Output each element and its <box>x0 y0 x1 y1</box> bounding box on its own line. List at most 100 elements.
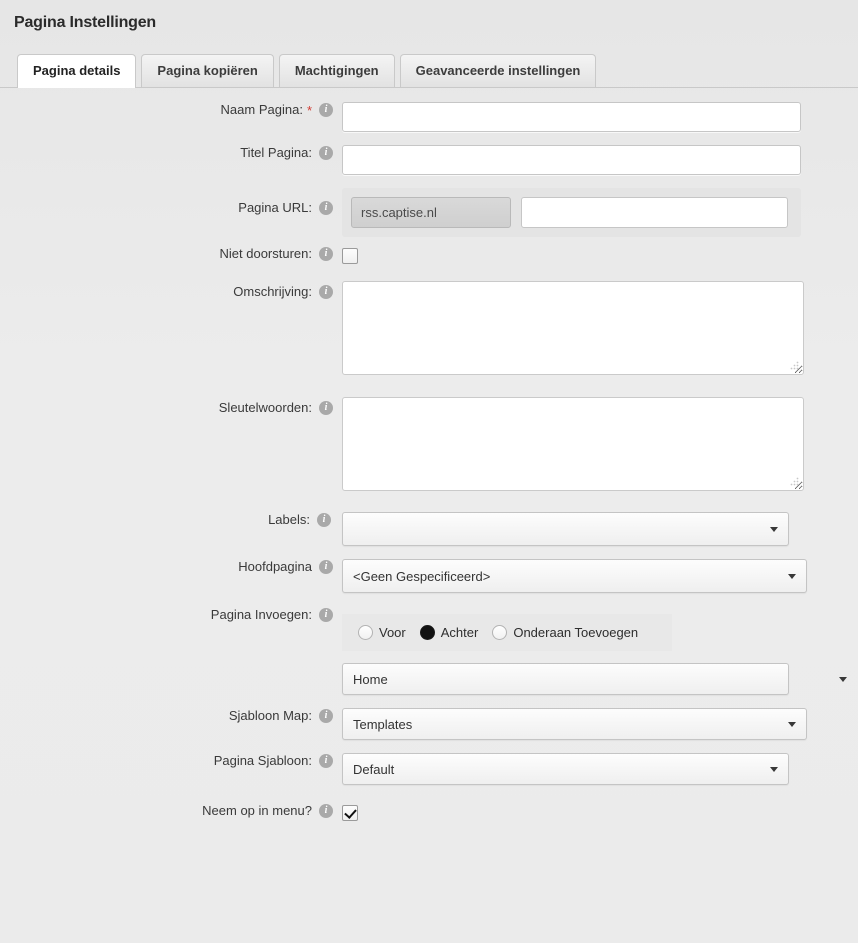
in-menu-checkbox[interactable] <box>342 804 358 821</box>
label-template-dir: Sjabloon Map: <box>0 708 342 723</box>
tab-label: Pagina details <box>33 63 121 78</box>
tab-label: Geavanceerde instellingen <box>415 63 581 78</box>
no-redirect-checkbox[interactable] <box>342 247 358 264</box>
field-no-redirect <box>342 246 858 265</box>
tab-pagina-kopieren[interactable]: Pagina kopiëren <box>141 54 274 87</box>
label-insert-page: Pagina Invoegen: <box>0 605 342 622</box>
info-icon[interactable] <box>319 102 333 117</box>
info-icon[interactable] <box>319 708 333 723</box>
label-in-menu: Neem op in menu? <box>0 803 342 818</box>
page-url-input[interactable] <box>521 197 788 228</box>
info-icon[interactable] <box>319 145 333 160</box>
form-row-parent-page: Hoofdpagina <Geen Gespecificeerd> <box>0 559 858 593</box>
radio-option-voor[interactable]: Voor <box>358 625 406 640</box>
info-icon[interactable] <box>319 246 333 261</box>
keywords-wrap <box>342 397 804 491</box>
radio-voor[interactable] <box>358 625 373 640</box>
field-page-name <box>342 102 858 132</box>
description-wrap <box>342 281 804 375</box>
label-text: Pagina Invoegen: <box>210 607 312 622</box>
info-icon[interactable] <box>317 512 331 527</box>
parent-page-select[interactable]: <Geen Gespecificeerd> <box>342 559 807 593</box>
label-text: Neem op in menu? <box>202 803 312 818</box>
label-no-redirect: Niet doorsturen: <box>0 246 342 261</box>
radio-option-achter[interactable]: Achter <box>419 625 479 640</box>
chevron-down-icon <box>839 677 847 682</box>
field-parent-page: <Geen Gespecificeerd> <box>342 559 858 593</box>
label-text: Niet doorsturen: <box>219 246 313 261</box>
insert-target-select[interactable]: Home <box>342 663 789 695</box>
label-page-template: Pagina Sjabloon: <box>0 753 342 768</box>
field-template-dir: Templates <box>342 708 858 740</box>
field-page-title <box>342 145 858 175</box>
tab-geavanceerde-instellingen[interactable]: Geavanceerde instellingen <box>399 54 597 87</box>
field-page-template: Default <box>342 753 858 785</box>
parent-page-select-wrap: <Geen Gespecificeerd> <box>342 559 807 593</box>
label-keywords: Sleutelwoorden: <box>0 397 342 415</box>
labels-select[interactable] <box>342 512 789 546</box>
page-template-select[interactable]: Default <box>342 753 789 785</box>
form-row-page-title: Titel Pagina: <box>0 145 858 175</box>
form-row-page-url: Pagina URL: rss.captise.nl <box>0 188 858 237</box>
page-title: Pagina Instellingen <box>14 14 157 31</box>
radio-label: Voor <box>379 625 406 640</box>
label-text: Pagina URL: <box>238 200 312 215</box>
info-icon[interactable] <box>319 400 333 415</box>
form-row-template-dir: Sjabloon Map: Templates <box>0 708 858 740</box>
field-description <box>342 281 858 380</box>
form-row-description: Omschrijving: <box>0 281 858 380</box>
description-textarea[interactable] <box>342 281 804 375</box>
info-icon[interactable] <box>319 200 333 215</box>
label-text: Hoofdpagina <box>238 559 312 574</box>
info-icon[interactable] <box>319 284 333 299</box>
tab-label: Pagina kopiëren <box>157 63 258 78</box>
page-url-group: rss.captise.nl <box>342 188 801 237</box>
label-parent-page: Hoofdpagina <box>0 559 342 574</box>
label-text: Titel Pagina: <box>240 145 312 160</box>
label-text: Sjabloon Map: <box>228 708 312 723</box>
info-icon[interactable] <box>319 803 333 818</box>
required-asterisk: * <box>306 103 312 118</box>
form-row-keywords: Sleutelwoorden: <box>0 397 858 496</box>
form-row-page-template: Pagina Sjabloon: Default <box>0 753 858 785</box>
field-labels <box>342 512 858 546</box>
form-row-no-redirect: Niet doorsturen: <box>0 246 858 265</box>
form-row-page-name: Naam Pagina: * <box>0 102 858 132</box>
template-dir-select-wrap: Templates <box>342 708 807 740</box>
info-icon[interactable] <box>319 607 333 622</box>
field-insert-page: Voor Achter Onderaan Toevoegen Home <box>342 605 858 695</box>
radio-onderaan-toevoegen[interactable] <box>492 625 508 640</box>
keywords-textarea[interactable] <box>342 397 804 491</box>
label-text: Naam Pagina: <box>220 102 303 117</box>
insert-position-radio-group: Voor Achter Onderaan Toevoegen <box>342 614 672 651</box>
label-text: Omschrijving: <box>233 284 312 299</box>
form-row-labels: Labels: <box>0 512 858 546</box>
tab-pagina-details[interactable]: Pagina details <box>17 54 137 88</box>
radio-achter[interactable] <box>419 625 435 640</box>
info-icon[interactable] <box>319 753 333 768</box>
form-row-in-menu: Neem op in menu? <box>0 803 858 822</box>
field-keywords <box>342 397 858 496</box>
form-row-insert-page: Pagina Invoegen: Voor Achter Onderaan To… <box>0 605 858 695</box>
page-header: Pagina Instellingen <box>0 0 858 52</box>
info-icon[interactable] <box>319 559 333 574</box>
tab-machtigingen[interactable]: Machtigingen <box>278 54 395 87</box>
radio-option-onderaan-toevoegen[interactable]: Onderaan Toevoegen <box>492 625 638 640</box>
label-text: Sleutelwoorden: <box>218 400 312 415</box>
tab-label: Machtigingen <box>294 63 379 78</box>
field-page-url: rss.captise.nl <box>342 188 858 237</box>
label-labels: Labels: <box>0 512 342 527</box>
radio-label: Achter <box>440 625 479 640</box>
labels-select-wrap <box>342 512 789 546</box>
label-text: Pagina Sjabloon: <box>213 753 312 768</box>
label-page-name: Naam Pagina: * <box>0 102 342 117</box>
template-dir-select[interactable]: Templates <box>342 708 807 740</box>
radio-label: Onderaan Toevoegen <box>513 625 639 640</box>
label-page-url: Pagina URL: <box>0 188 342 215</box>
label-description: Omschrijving: <box>0 281 342 299</box>
tab-bar: Pagina details Pagina kopiëren Machtigin… <box>0 52 858 88</box>
page-title-input[interactable] <box>342 145 801 175</box>
label-page-title: Titel Pagina: <box>0 145 342 160</box>
page-name-input[interactable] <box>342 102 801 132</box>
page-template-select-wrap: Default <box>342 753 789 785</box>
